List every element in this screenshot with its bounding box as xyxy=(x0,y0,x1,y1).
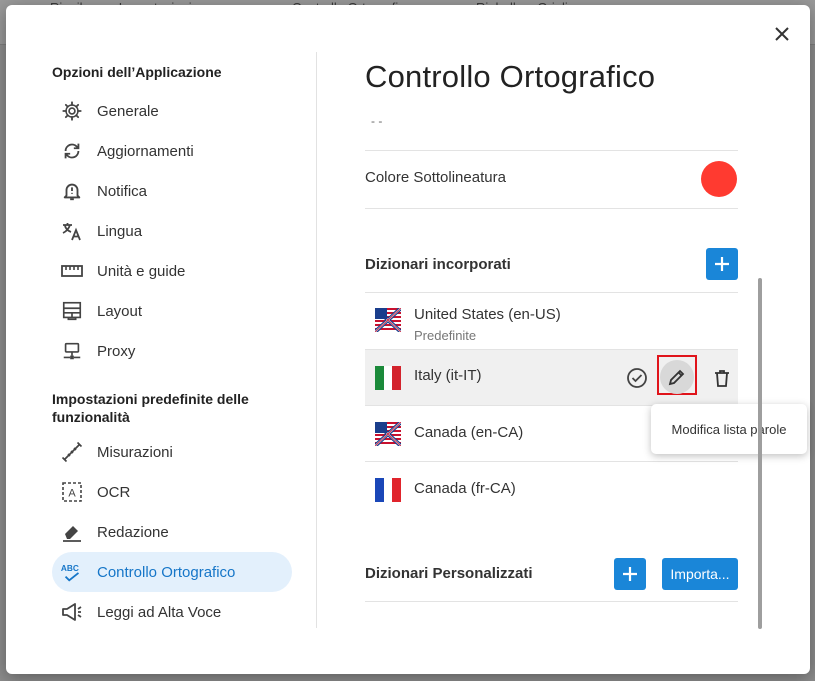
dictionary-name: Canada (en-CA) xyxy=(414,424,524,441)
sidebar-item-proxy[interactable]: Proxy xyxy=(52,331,292,371)
truncated-setting-text: - - xyxy=(371,114,383,128)
gear-icon xyxy=(60,99,84,123)
sidebar-item-label: Layout xyxy=(97,302,143,320)
sync-icon xyxy=(60,139,84,163)
layout-icon xyxy=(60,299,84,323)
trash-icon xyxy=(715,370,729,387)
sidebar-item-leggi-alta-voce[interactable]: Leggi ad Alta Voce xyxy=(52,592,292,632)
add-builtin-dictionary-button[interactable] xyxy=(706,248,738,280)
megaphone-icon xyxy=(60,600,84,624)
dictionary-row-fr-ca[interactable]: Canada (fr-CA) xyxy=(365,462,738,517)
measure-icon xyxy=(60,440,84,464)
sidebar-item-redazione[interactable]: Redazione xyxy=(52,512,292,552)
sidebar-item-label: Lingua xyxy=(97,222,143,240)
svg-text:ABC: ABC xyxy=(61,563,79,573)
tooltip: Modifica lista parole xyxy=(651,404,807,454)
sidebar-item-label: OCR xyxy=(97,483,131,501)
sidebar-divider xyxy=(316,52,317,628)
scrollbar[interactable] xyxy=(758,278,762,629)
delete-dictionary-button[interactable] xyxy=(706,362,738,394)
page-title: Controllo Ortografico xyxy=(365,59,656,94)
dictionary-name: Italy (it-IT) xyxy=(414,367,482,384)
sidebar-item-layout[interactable]: Layout xyxy=(52,291,292,331)
ocr-icon: A xyxy=(60,480,84,504)
sidebar-item-unita-guide[interactable]: Unità e guide xyxy=(52,251,292,291)
dictionary-name: Canada (fr-CA) xyxy=(414,480,516,497)
builtin-dictionaries-title: Dizionari incorporati xyxy=(365,256,511,273)
check-circle-icon xyxy=(627,368,647,388)
sidebar-item-generale[interactable]: Generale xyxy=(52,91,292,131)
us-uk-flag-icon xyxy=(375,422,401,446)
us-uk-flag-icon xyxy=(375,308,401,332)
custom-dictionaries-title: Dizionari Personalizzati xyxy=(365,565,533,582)
sidebar-item-label: Leggi ad Alta Voce xyxy=(97,603,222,621)
sidebar-item-label: Misurazioni xyxy=(97,443,173,461)
translate-icon xyxy=(60,219,84,243)
dictionary-default-label: Predefinite xyxy=(414,328,477,343)
sidebar-item-label: Redazione xyxy=(97,523,169,541)
underline-color-swatch[interactable] xyxy=(701,161,737,197)
sidebar-item-label: Controllo Ortografico xyxy=(97,563,236,581)
dictionary-name: United States (en-US) xyxy=(414,306,561,323)
bell-alert-icon xyxy=(60,179,84,203)
plus-icon xyxy=(715,257,729,271)
underline-color-label: Colore Sottolineatura xyxy=(365,169,506,186)
ruler-icon xyxy=(60,259,84,283)
sidebar-item-label: Aggiornamenti xyxy=(97,142,194,160)
section-title-app-options: Opzioni dell’Applicazione xyxy=(52,64,222,80)
close-button[interactable] xyxy=(770,22,794,46)
svg-text:A: A xyxy=(68,488,76,500)
italy-flag-icon xyxy=(375,366,401,390)
sidebar-item-notifica[interactable]: Notifica xyxy=(52,171,292,211)
sidebar-item-label: Generale xyxy=(97,102,159,120)
eraser-icon xyxy=(60,520,84,544)
sidebar-item-ocr[interactable]: A OCR xyxy=(52,472,292,512)
sidebar-item-label: Unità e guide xyxy=(97,262,186,280)
import-button[interactable]: Importa... xyxy=(662,558,738,590)
dictionary-row-en-us[interactable]: United States (en-US) Predefinite xyxy=(365,293,738,349)
sidebar-item-misurazioni[interactable]: Misurazioni xyxy=(52,432,292,472)
add-custom-dictionary-button[interactable] xyxy=(614,558,646,590)
sidebar-item-label: Proxy xyxy=(97,342,136,360)
divider xyxy=(365,208,738,209)
spellcheck-icon: ABC xyxy=(60,560,84,584)
section-title-feature-defaults: Impostazioni predefinite delle funzional… xyxy=(52,391,249,425)
settings-dialog: Opzioni dell’Applicazione Generale Aggio… xyxy=(6,5,810,674)
close-icon xyxy=(775,27,789,41)
set-default-button[interactable] xyxy=(621,362,653,394)
sidebar-item-aggiornamenti[interactable]: Aggiornamenti xyxy=(52,131,292,171)
edit-word-list-button[interactable] xyxy=(660,360,694,394)
proxy-icon xyxy=(60,339,84,363)
divider xyxy=(365,150,738,151)
plus-icon xyxy=(623,567,637,581)
divider xyxy=(365,601,738,602)
sidebar-item-controllo-ortografico[interactable]: ABC Controllo Ortografico xyxy=(52,552,292,592)
france-flag-icon xyxy=(375,478,401,502)
sidebar-item-label: Notifica xyxy=(97,182,148,200)
pencil-icon xyxy=(668,369,685,386)
sidebar-item-lingua[interactable]: Lingua xyxy=(52,211,292,251)
